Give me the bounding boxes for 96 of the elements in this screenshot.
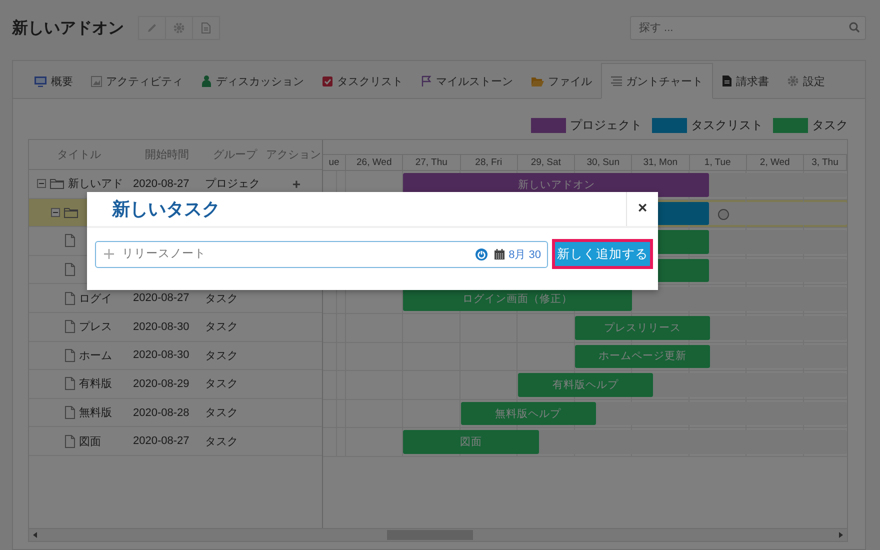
day-header: 1, Tue	[690, 155, 747, 170]
task-title: 新しいアド	[68, 176, 123, 192]
group-label: タスク	[205, 348, 238, 363]
search-icon[interactable]	[849, 22, 860, 33]
task-name-field[interactable]: リリースノート 8月 30	[95, 240, 548, 268]
task-title: プレス	[79, 320, 112, 334]
day-header: 26, Wed	[346, 155, 404, 170]
tab[interactable]: 設定	[778, 64, 834, 98]
tab[interactable]: 請求書	[713, 64, 778, 98]
bar-label: 新しいアドオン	[518, 178, 595, 192]
file-icon	[65, 434, 75, 448]
day-header: 28, Fri	[460, 155, 518, 170]
folder-icon	[531, 76, 544, 86]
file-icon	[65, 263, 75, 276]
column-header: 開始時間	[144, 148, 190, 162]
task-title: 有料版	[79, 377, 112, 392]
start-date: 2020-08-29	[133, 378, 190, 390]
gear-icon	[173, 22, 185, 34]
tab[interactable]: 概要	[25, 64, 82, 98]
start-date: 2020-08-30	[133, 320, 190, 333]
start-date: 2020-08-28	[133, 406, 190, 419]
file-icon	[65, 377, 75, 390]
tab[interactable]: タスクリスト	[313, 64, 412, 98]
image-icon	[91, 76, 102, 86]
file-icon	[65, 292, 75, 305]
day-header: 31, Mon	[632, 155, 690, 170]
search-field[interactable]: 探す ...	[630, 16, 866, 40]
tab[interactable]: ガントチャート	[601, 63, 713, 99]
day-header: 27, Thu	[403, 155, 460, 170]
dialog-title: 新しいタスク	[112, 198, 220, 221]
group-label: プロジェク	[205, 176, 260, 192]
file-icon	[65, 348, 75, 362]
bar-label: ログイン画面（修正）	[462, 292, 573, 306]
bar-label: ホームページ更新	[598, 349, 686, 364]
collapse-toggle[interactable]	[51, 208, 60, 217]
tab[interactable]: アクティビティ	[82, 64, 192, 98]
plus-icon	[104, 249, 114, 259]
close-button[interactable]: ×	[626, 192, 658, 226]
power-icon[interactable]	[474, 248, 488, 260]
group-label: タスク	[205, 292, 238, 306]
scroll-left-icon[interactable]	[33, 532, 37, 538]
gear-icon	[787, 75, 799, 87]
start-date: 2020-08-27	[133, 435, 190, 448]
document-icon	[722, 75, 732, 87]
horizontal-scrollbar[interactable]	[29, 528, 847, 541]
scroll-right-icon[interactable]	[839, 532, 843, 538]
day-header: 30, Sun	[575, 155, 632, 170]
day-header: 3, Thu	[804, 155, 847, 170]
start-date: 2020-08-27	[133, 292, 190, 304]
page-title: 新しいアドオン	[12, 18, 124, 38]
due-date-link[interactable]: 8月 30	[508, 246, 541, 262]
start-date: 2020-08-30	[133, 349, 190, 362]
tab[interactable]: ディスカッション	[192, 64, 313, 98]
day-header: ue	[323, 155, 346, 170]
task-title: 図面	[79, 434, 101, 449]
add-new-button[interactable]: 新しく追加する	[552, 239, 653, 269]
day-header: 2, Wed	[746, 155, 804, 170]
bar-label: 図面	[460, 435, 482, 450]
task-title: ホーム	[79, 348, 112, 363]
tab[interactable]: ファイル	[522, 64, 601, 98]
person-icon	[201, 75, 212, 87]
file-icon	[65, 234, 75, 248]
notes-button[interactable]	[192, 16, 220, 40]
folder-icon	[50, 178, 64, 190]
list-icon	[611, 76, 622, 86]
start-date: 2020-08-27	[133, 178, 190, 190]
edit-button[interactable]	[138, 16, 166, 40]
group-label: タスク	[205, 377, 238, 392]
group-label: タスク	[205, 406, 238, 420]
legend-label: タスク	[812, 116, 848, 134]
folder-icon	[64, 206, 78, 218]
task-title: ログイ	[79, 292, 112, 306]
pencil-icon	[146, 22, 158, 34]
bar-label: プレスリリース	[604, 320, 681, 335]
column-header: タイトル	[56, 148, 102, 162]
group-label: タスク	[205, 434, 238, 449]
file-icon	[65, 320, 75, 334]
calendar-icon[interactable]	[494, 248, 505, 260]
bar-label: 無料版ヘルプ	[495, 406, 562, 421]
flag-icon	[421, 75, 432, 87]
settings-button[interactable]	[165, 16, 193, 40]
monitor-icon	[34, 76, 47, 86]
column-header: アクション	[265, 148, 322, 162]
file-icon	[65, 406, 75, 420]
add-button[interactable]: +	[292, 176, 301, 192]
tab[interactable]: マイルストーン	[412, 64, 522, 98]
legend-label: プロジェクト	[570, 116, 642, 134]
group-label: タスク	[205, 320, 238, 334]
task-title: 無料版	[79, 406, 112, 420]
collapse-toggle[interactable]	[37, 179, 46, 188]
checkbox-icon	[322, 76, 333, 86]
legend-label: タスクリスト	[691, 116, 763, 134]
column-header: グループ	[212, 148, 258, 162]
day-header: 29, Sat	[518, 155, 575, 170]
document-icon	[201, 22, 211, 34]
bar-label: 有料版ヘルプ	[552, 378, 619, 392]
